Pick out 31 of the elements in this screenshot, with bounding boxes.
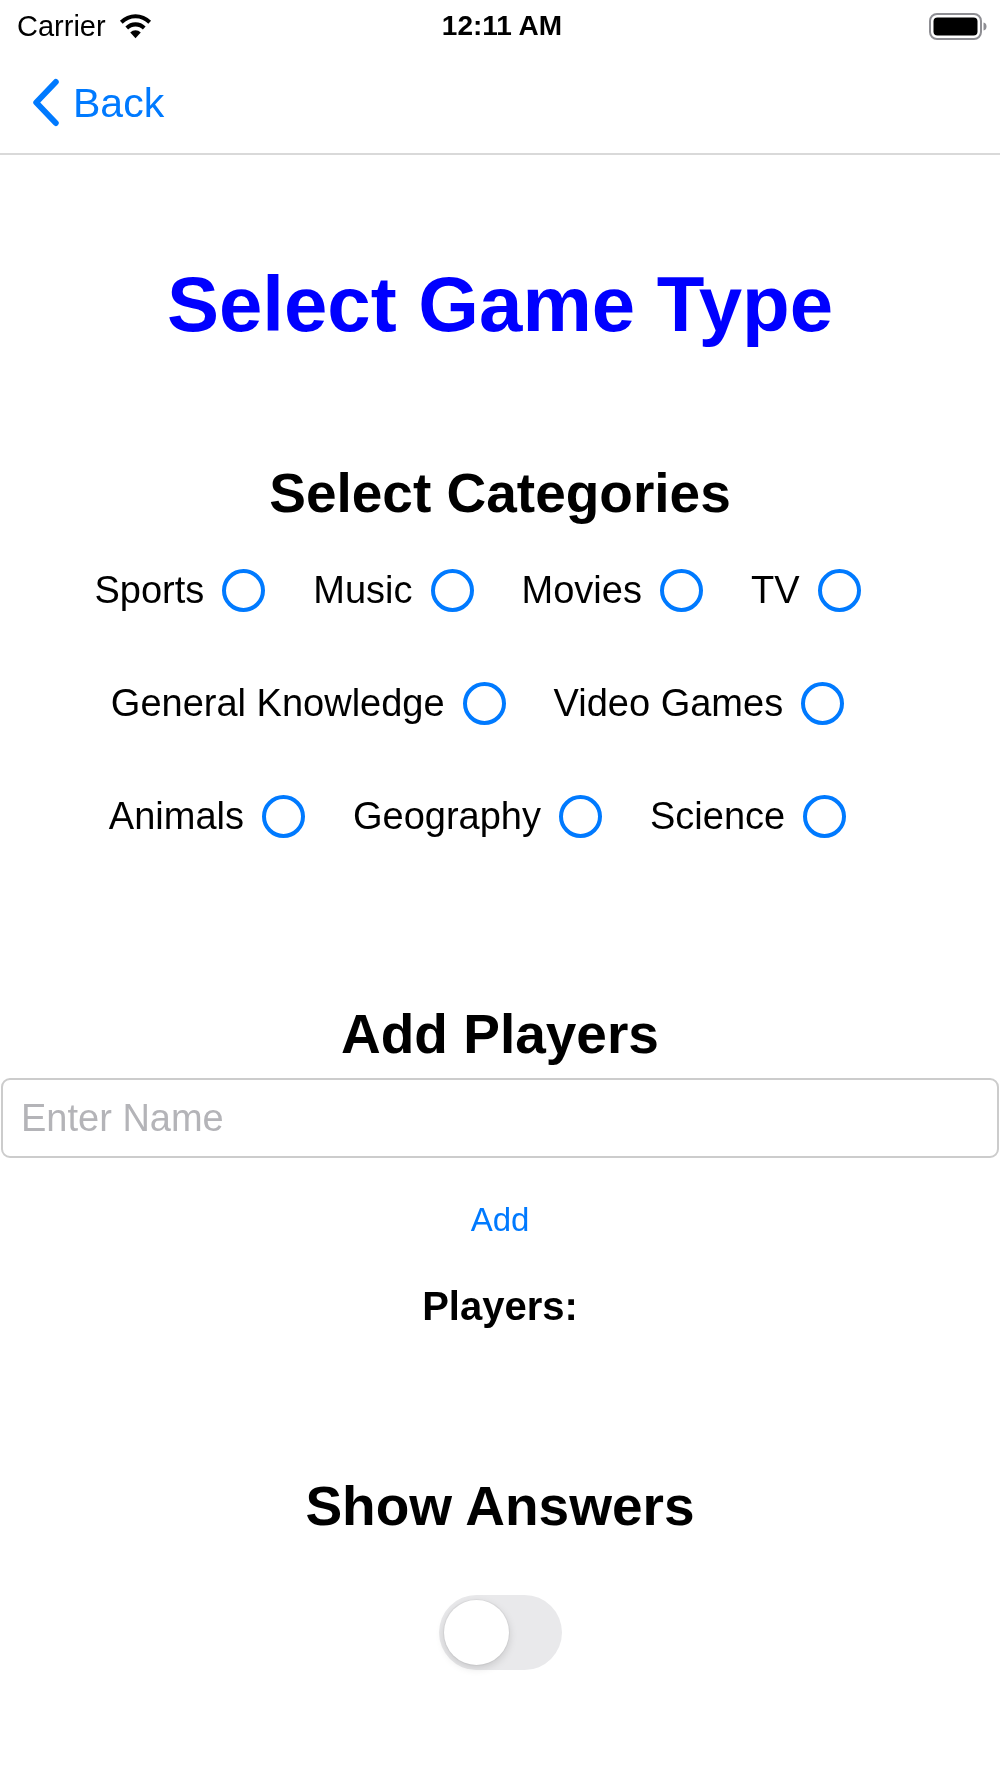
radio-button[interactable] bbox=[817, 568, 861, 612]
carrier-label: Carrier bbox=[17, 9, 106, 43]
radio-button[interactable] bbox=[801, 681, 845, 725]
category-label: Music bbox=[313, 568, 413, 613]
section-heading: Show Answers bbox=[304, 1474, 696, 1538]
radio-button[interactable] bbox=[559, 794, 602, 838]
category-label: Movies bbox=[521, 568, 642, 613]
category-label: Video Games bbox=[553, 681, 784, 726]
category-label: TV bbox=[750, 568, 800, 613]
chevron-left-icon bbox=[31, 78, 61, 127]
status-time: 12:11 AM bbox=[441, 9, 563, 43]
name-input-field[interactable]: Enter Name bbox=[1, 1078, 999, 1158]
radio-button[interactable] bbox=[222, 568, 266, 612]
radio-button[interactable] bbox=[261, 794, 305, 838]
category-label: Sports bbox=[94, 568, 205, 613]
radio-button[interactable] bbox=[659, 568, 703, 612]
section-heading: Add Players bbox=[340, 1002, 660, 1066]
radio-button[interactable] bbox=[462, 681, 506, 725]
section-heading: Select Categories bbox=[268, 461, 732, 525]
radio-button[interactable] bbox=[803, 794, 847, 838]
category-label: Science bbox=[650, 794, 786, 839]
back-button[interactable]: Back bbox=[31, 77, 165, 128]
wifi-icon bbox=[117, 13, 153, 39]
battery-icon bbox=[929, 12, 987, 40]
category-label: Animals bbox=[108, 794, 244, 839]
radio-button[interactable] bbox=[430, 568, 474, 612]
players-label: Players: bbox=[421, 1283, 579, 1330]
add-button[interactable]: Add bbox=[470, 1200, 530, 1240]
category-label: General Knowledge bbox=[110, 681, 445, 726]
category-label: Geography bbox=[352, 794, 541, 839]
page-title: Select Game Type bbox=[165, 259, 835, 350]
